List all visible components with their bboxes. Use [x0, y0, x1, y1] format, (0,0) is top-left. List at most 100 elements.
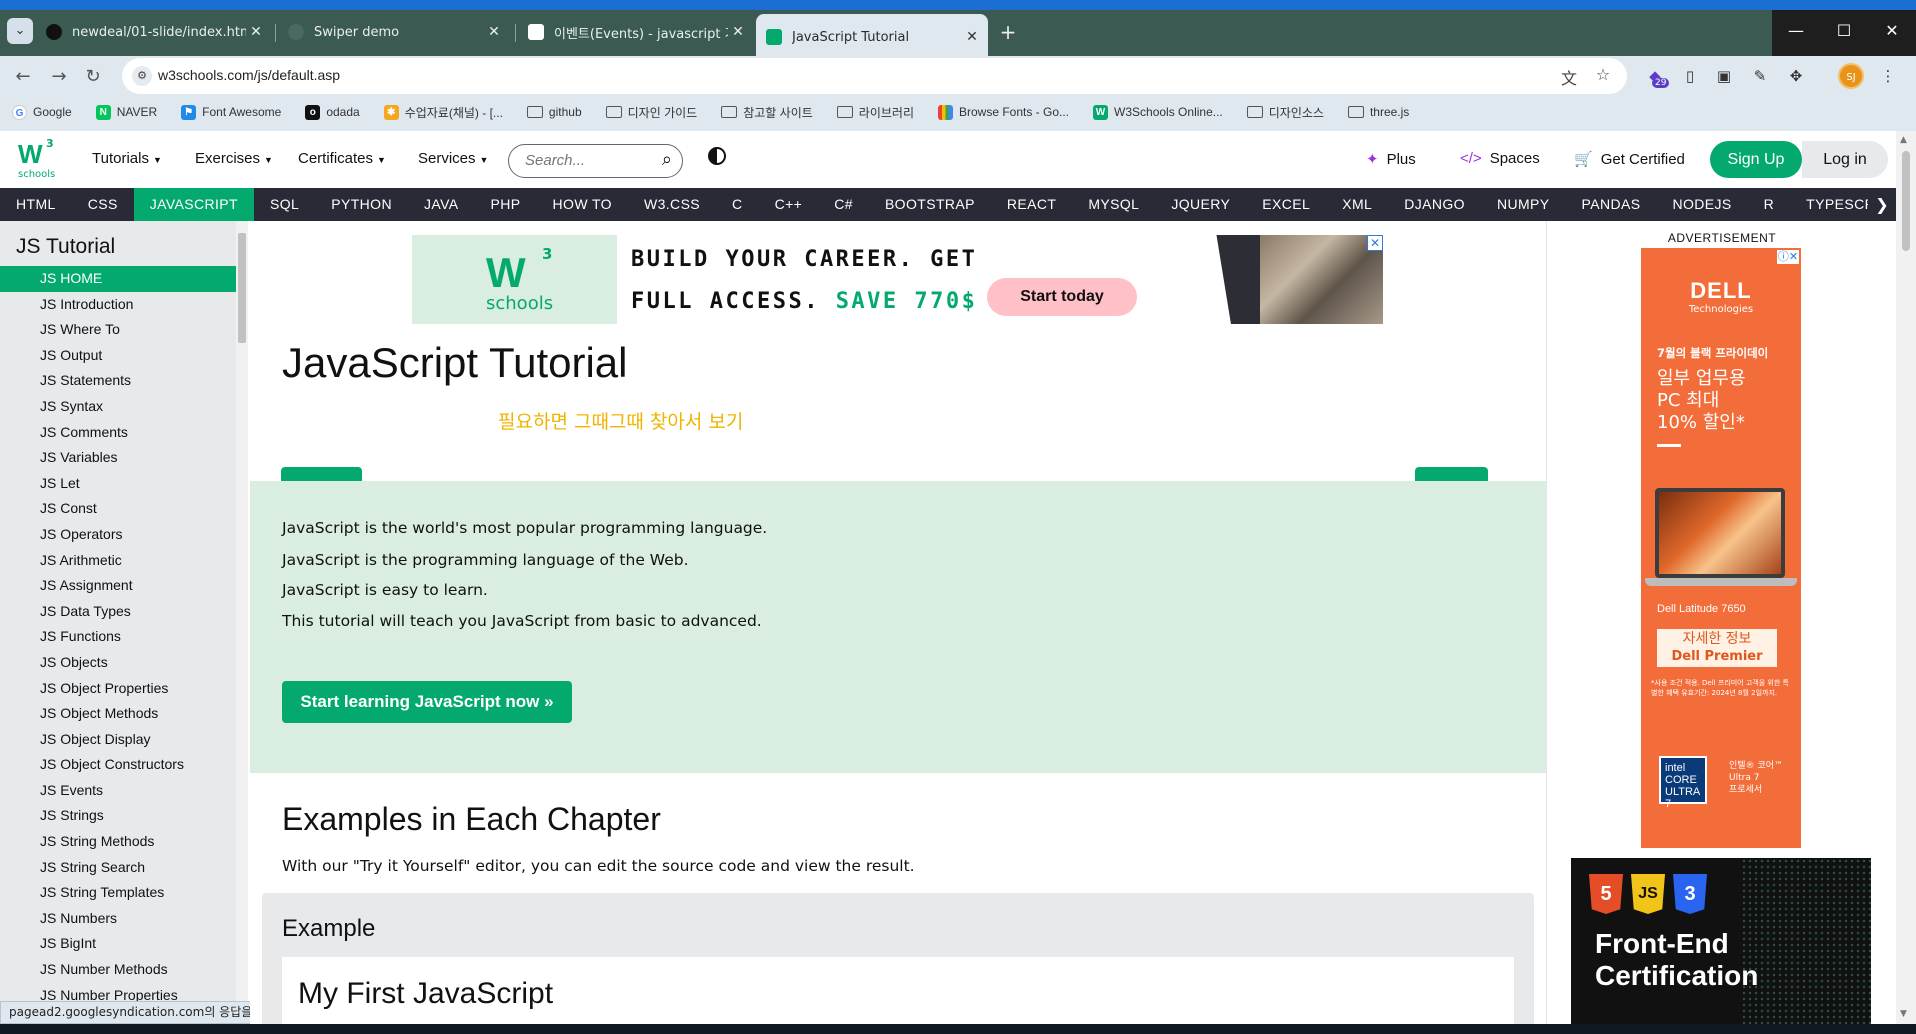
sidebar-item-js-events[interactable]: JS Events — [0, 778, 248, 804]
subject-c-[interactable]: C++ — [759, 188, 819, 221]
ad-close-icon[interactable]: ✕ — [1367, 235, 1383, 251]
dell-more-info-button[interactable]: 자세한 정보 Dell Premier — [1657, 629, 1777, 667]
translate-icon[interactable]: 文 — [1558, 65, 1580, 89]
sidebar-item-js-introduction[interactable]: JS Introduction — [0, 292, 248, 318]
subject-w3-css[interactable]: W3.CSS — [628, 188, 716, 221]
sidebar-item-js-comments[interactable]: JS Comments — [0, 420, 248, 446]
tab-javascript-tutorial[interactable]: JavaScript Tutorial ✕ — [756, 14, 988, 60]
page-scrollbar[interactable]: ▲ ▼ — [1896, 131, 1916, 1024]
subject-r[interactable]: R — [1748, 188, 1791, 221]
frontend-certification-ad[interactable]: 5 JS 3 Front-End Certification — [1571, 858, 1871, 1024]
subject-php[interactable]: PHP — [475, 188, 537, 221]
close-icon[interactable]: ✕ — [246, 24, 266, 40]
subject-bootstrap[interactable]: BOOTSTRAP — [869, 188, 991, 221]
bookmark-threejs-folder[interactable]: three.js — [1347, 105, 1409, 119]
promo-banner[interactable]: W 3 schools BUILD YOUR CAREER. GET FULL … — [412, 235, 1383, 324]
start-today-button[interactable]: Start today — [987, 278, 1137, 316]
sidebar-item-js-data-types[interactable]: JS Data Types — [0, 599, 248, 625]
sidebar-item-js-home[interactable]: JS HOME — [0, 266, 248, 292]
bookmark-w3schools[interactable]: W W3Schools Online... — [1093, 104, 1223, 120]
subject-java[interactable]: JAVA — [408, 188, 475, 221]
bookmark-google[interactable]: G Google — [12, 104, 72, 120]
bookmark-browse-fonts[interactable]: Browse Fonts - Go... — [937, 104, 1069, 120]
scrollbar-thumb[interactable] — [238, 233, 246, 343]
menu-certificates[interactable]: Certificates ▼ — [298, 150, 386, 167]
dell-ad[interactable]: ⓘ✕ DELL Technologies 7월의 블랙 프라이데이 일부 업무용… — [1641, 248, 1801, 848]
sidebar-item-js-let[interactable]: JS Let — [0, 471, 248, 497]
menu-kebab-icon[interactable]: ⋮ — [1876, 64, 1900, 88]
spaces-link[interactable]: </> Spaces — [1460, 150, 1540, 167]
new-tab-button[interactable]: + — [995, 19, 1021, 45]
scroll-down-icon[interactable]: ▼ — [1900, 1009, 1907, 1019]
sidebar-item-js-string-templates[interactable]: JS String Templates — [0, 880, 248, 906]
subject-nodejs[interactable]: NODEJS — [1656, 188, 1747, 221]
w3schools-logo[interactable]: W 3 schools — [16, 137, 58, 181]
subject-javascript[interactable]: JAVASCRIPT — [133, 188, 254, 221]
chevron-right-icon[interactable]: ❯ — [1868, 188, 1896, 221]
profile-avatar[interactable]: SJ — [1838, 63, 1864, 89]
sidebar-item-js-object-methods[interactable]: JS Object Methods — [0, 701, 248, 727]
search-icon[interactable]: ⌕ — [662, 149, 672, 170]
sidebar-item-js-operators[interactable]: JS Operators — [0, 522, 248, 548]
reader-icon[interactable]: ▯ — [1678, 64, 1702, 88]
tab-github[interactable]: newdeal/01-slide/index.html at ✕ — [36, 14, 272, 50]
address-bar[interactable]: ⚙ w3schools.com/js/default.asp 文 ☆ — [122, 58, 1627, 94]
sidebar-item-js-output[interactable]: JS Output — [0, 343, 248, 369]
sidebar-item-js-objects[interactable]: JS Objects — [0, 650, 248, 676]
sidebar-item-js-numbers[interactable]: JS Numbers — [0, 906, 248, 932]
subject-python[interactable]: PYTHON — [315, 188, 408, 221]
sidebar-item-js-strings[interactable]: JS Strings — [0, 803, 248, 829]
sidebar-item-js-number-methods[interactable]: JS Number Methods — [0, 957, 248, 983]
cast-icon[interactable]: ▣ — [1712, 64, 1736, 88]
sidebar-scrollbar[interactable] — [236, 221, 248, 1024]
tab-events[interactable]: 이벤트(Events) - javascript 기본 ✕ — [518, 14, 754, 50]
reload-button[interactable]: ↻ — [80, 64, 106, 90]
close-window-button[interactable]: ✕ — [1868, 10, 1916, 60]
scrollbar-thumb[interactable] — [1902, 151, 1910, 251]
sidebar-item-js-where-to[interactable]: JS Where To — [0, 317, 248, 343]
menu-services[interactable]: Services ▼ — [418, 150, 488, 167]
close-icon[interactable]: ✕ — [728, 24, 748, 40]
sidebar-item-js-assignment[interactable]: JS Assignment — [0, 573, 248, 599]
subject-jquery[interactable]: JQUERY — [1155, 188, 1246, 221]
menu-tutorials[interactable]: Tutorials ▼ — [92, 150, 162, 167]
bookmark-design-guide-folder[interactable]: 디자인 가이드 — [605, 104, 697, 121]
log-in-button[interactable]: Log in — [1802, 141, 1888, 178]
subject-xml[interactable]: XML — [1326, 188, 1388, 221]
bookmark-github-folder[interactable]: github — [526, 105, 582, 119]
sidebar-item-js-functions[interactable]: JS Functions — [0, 624, 248, 650]
subject-excel[interactable]: EXCEL — [1246, 188, 1326, 221]
subject-c[interactable]: C — [716, 188, 759, 221]
subject-sql[interactable]: SQL — [254, 188, 315, 221]
eyedropper-icon[interactable]: ✎ — [1748, 64, 1772, 88]
subject-pandas[interactable]: PANDAS — [1566, 188, 1657, 221]
bookmark-reference-folder[interactable]: 참고할 사이트 — [721, 104, 813, 121]
subject-css[interactable]: CSS — [72, 188, 134, 221]
close-icon[interactable]: ✕ — [484, 24, 504, 40]
forward-button[interactable]: → — [46, 64, 72, 90]
subject-mysql[interactable]: MYSQL — [1072, 188, 1155, 221]
subject-numpy[interactable]: NUMPY — [1481, 188, 1566, 221]
sidebar-item-js-arithmetic[interactable]: JS Arithmetic — [0, 548, 248, 574]
sidebar-item-js-string-methods[interactable]: JS String Methods — [0, 829, 248, 855]
sidebar-item-js-object-properties[interactable]: JS Object Properties — [0, 676, 248, 702]
subject-c-[interactable]: C# — [818, 188, 869, 221]
get-certified-link[interactable]: 🛒 Get Certified — [1574, 150, 1685, 168]
ad-info-icon[interactable]: ⓘ✕ — [1777, 250, 1799, 264]
sidebar-item-js-variables[interactable]: JS Variables — [0, 445, 248, 471]
site-info-icon[interactable]: ⚙ — [132, 66, 152, 86]
bookmark-odada[interactable]: o odada — [305, 104, 360, 120]
sign-up-button[interactable]: Sign Up — [1710, 141, 1802, 178]
bookmark-star-icon[interactable]: ☆ — [1592, 65, 1614, 84]
sidebar-item-js-string-search[interactable]: JS String Search — [0, 855, 248, 881]
bookmark-font-awesome[interactable]: ⚑ Font Awesome — [181, 104, 281, 120]
tab-swiper-demo[interactable]: Swiper demo ✕ — [278, 14, 510, 50]
sidebar-item-js-object-display[interactable]: JS Object Display — [0, 727, 248, 753]
minimize-button[interactable]: — — [1772, 10, 1820, 60]
tab-search-button[interactable]: ⌄ — [7, 18, 33, 44]
start-learning-button[interactable]: Start learning JavaScript now » — [282, 681, 572, 723]
subject-how-to[interactable]: HOW TO — [537, 188, 628, 221]
bookmark-library-folder[interactable]: 라이브러리 — [836, 104, 914, 121]
maximize-button[interactable]: ☐ — [1820, 10, 1868, 60]
back-button[interactable]: ← — [10, 64, 36, 90]
